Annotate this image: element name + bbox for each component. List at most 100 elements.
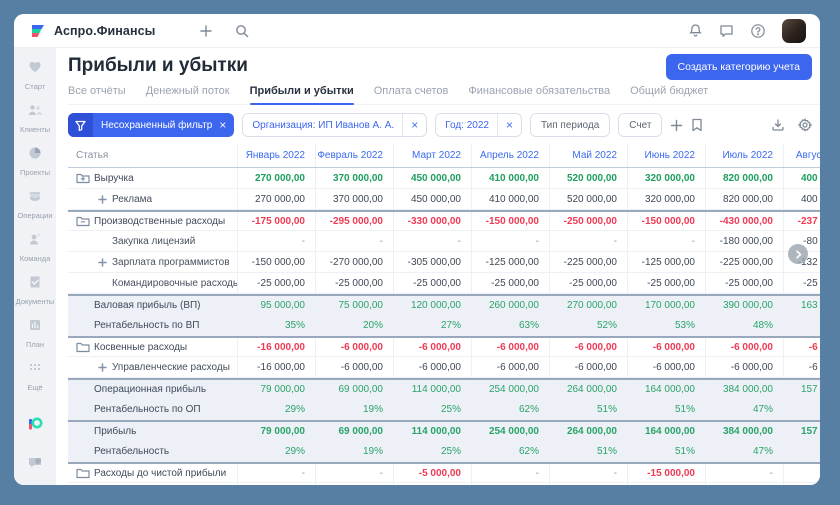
- remove-chip-icon[interactable]: ×: [497, 114, 521, 136]
- sidebar-item-plan[interactable]: План: [14, 312, 56, 355]
- value-cell: -6 000,00: [784, 338, 820, 356]
- row-label[interactable]: Выручка: [68, 168, 238, 188]
- value-cell: [784, 315, 820, 335]
- sidebar-item-coins[interactable]: Операции: [14, 183, 56, 226]
- value-cell: -150 000,00: [472, 212, 550, 230]
- value-cell: 19%: [316, 441, 394, 461]
- tab-item[interactable]: Общий бюджет: [630, 85, 708, 97]
- row-label[interactable]: Косвенные расходы: [68, 338, 238, 356]
- remove-chip-icon[interactable]: ×: [402, 114, 426, 136]
- filter-chip[interactable]: Организация: ИП Иванов А. А.×: [242, 113, 427, 137]
- value-cell: 27%: [394, 315, 472, 335]
- value-cell: 163 000,00: [784, 296, 820, 314]
- value-cell: 114 000,00: [394, 422, 472, 440]
- doc-check-icon: [27, 274, 43, 295]
- value-cell: 410 000,00: [472, 189, 550, 209]
- filter-chip[interactable]: Тип периода: [530, 113, 610, 137]
- value-cell: 450 000,00: [394, 168, 472, 188]
- value-cell: 35%: [238, 315, 316, 335]
- sidebar-item-pie[interactable]: Проекты: [14, 140, 56, 183]
- value-cell: 410 000,00: [472, 168, 550, 188]
- user-avatar[interactable]: [782, 19, 806, 43]
- bookmark-icon[interactable]: [691, 118, 703, 132]
- bell-icon[interactable]: [688, 23, 703, 38]
- unsaved-filter-chip[interactable]: Несохраненный фильтр ×: [68, 113, 234, 137]
- settings-gear-icon[interactable]: [798, 118, 812, 132]
- chat-icon[interactable]: [719, 23, 734, 38]
- row-label: Операционная прибыль: [68, 380, 238, 398]
- value-cell: -: [550, 464, 628, 482]
- tab-item[interactable]: Все отчёты: [68, 85, 126, 97]
- remove-unsaved-filter-icon[interactable]: ×: [219, 119, 226, 131]
- value-cell: 79 000,00: [238, 422, 316, 440]
- tab-item[interactable]: Денежный поток: [146, 85, 230, 97]
- value-cell: -6 000,00: [316, 357, 394, 377]
- users-icon: [27, 102, 43, 123]
- value-cell: 20%: [316, 315, 394, 335]
- row-label[interactable]: Расходы до чистой прибыли: [68, 464, 238, 482]
- value-cell: 69 000,00: [316, 380, 394, 398]
- empty-row: [68, 483, 820, 485]
- tab-active[interactable]: Прибыли и убытки: [250, 85, 354, 97]
- column-header-month[interactable]: Апрель 2022: [472, 144, 550, 167]
- value-cell: -295 000,00: [316, 212, 394, 230]
- help-icon[interactable]: [750, 23, 766, 39]
- value-cell: -25 000,00: [706, 273, 784, 293]
- app-window: Аспро.Финансы Стар: [14, 14, 820, 485]
- table-row: Производственные расходы-175 000,00-295 …: [68, 210, 820, 231]
- filter-funnel-icon: [68, 113, 93, 137]
- sidebar-items: СтартКлиентыПроектыОперацииКомандаДокуме…: [14, 54, 56, 398]
- value-cell: 270 000,00: [238, 168, 316, 188]
- value-cell: -237 000,00: [784, 212, 820, 230]
- value-cell: -6 000,00: [550, 338, 628, 356]
- row-label[interactable]: Зарплата программистов: [68, 252, 238, 272]
- value-cell: 51%: [550, 441, 628, 461]
- column-header-month[interactable]: Июнь 2022: [628, 144, 706, 167]
- plus-icon[interactable]: [199, 24, 213, 38]
- tab-item[interactable]: Финансовые обязательства: [468, 85, 610, 97]
- sidebar-item-doc-check[interactable]: Документы: [14, 269, 56, 312]
- value-cell: 390 000,00: [706, 296, 784, 314]
- add-filter-icon[interactable]: [670, 119, 683, 132]
- column-header-month[interactable]: Июль 2022: [706, 144, 784, 167]
- sidebar-item-person[interactable]: Команда: [14, 226, 56, 269]
- person-icon: [27, 231, 43, 252]
- value-cell: 53%: [628, 315, 706, 335]
- table-row: Командировочные расходы-25 000,00-25 000…: [68, 273, 820, 294]
- topbar-right: [688, 19, 806, 43]
- create-category-button[interactable]: Создать категорию учета: [666, 54, 812, 80]
- support-chat-icon[interactable]: [27, 454, 43, 475]
- value-cell: 164 000,00: [628, 380, 706, 398]
- row-label[interactable]: Производственные расходы: [68, 212, 238, 230]
- sidebar-item-dots[interactable]: Ещё: [14, 355, 56, 398]
- tab-item[interactable]: Оплата счетов: [374, 85, 449, 97]
- value-cell: 63%: [472, 315, 550, 335]
- scroll-right-button[interactable]: [788, 244, 808, 264]
- filter-chip[interactable]: Год: 2022×: [435, 113, 522, 137]
- column-header-month[interactable]: Январь 2022: [238, 144, 316, 167]
- value-cell: -16 000,00: [238, 338, 316, 356]
- column-header-month[interactable]: Март 2022: [394, 144, 472, 167]
- table-row: Управленческие расходы-16 000,00-6 000,0…: [68, 357, 820, 378]
- sidebar-item-heart[interactable]: Старт: [14, 54, 56, 97]
- value-cell: -: [316, 231, 394, 251]
- filter-chip[interactable]: Счет: [618, 113, 662, 137]
- row-label[interactable]: Управленческие расходы: [68, 357, 238, 377]
- value-cell: -5 000,00: [394, 464, 472, 482]
- topbar: Аспро.Финансы: [14, 14, 820, 48]
- article-column-header: Статья: [68, 144, 238, 167]
- search-icon[interactable]: [235, 24, 249, 38]
- value-cell: [784, 441, 820, 461]
- value-cell: 384 000,00: [706, 380, 784, 398]
- sidebar-item-users[interactable]: Клиенты: [14, 97, 56, 140]
- value-cell: 370 000,00: [316, 189, 394, 209]
- column-header-month[interactable]: Май 2022: [550, 144, 628, 167]
- value-cell: 62%: [472, 441, 550, 461]
- value-cell: 520 000,00: [550, 168, 628, 188]
- download-icon[interactable]: [771, 118, 785, 132]
- column-header-month[interactable]: Февраль 2022: [316, 144, 394, 167]
- value-cell: -: [316, 464, 394, 482]
- row-label[interactable]: Реклама: [68, 189, 238, 209]
- plus-icon: [98, 363, 112, 372]
- column-header-month[interactable]: Август 2022: [784, 144, 820, 167]
